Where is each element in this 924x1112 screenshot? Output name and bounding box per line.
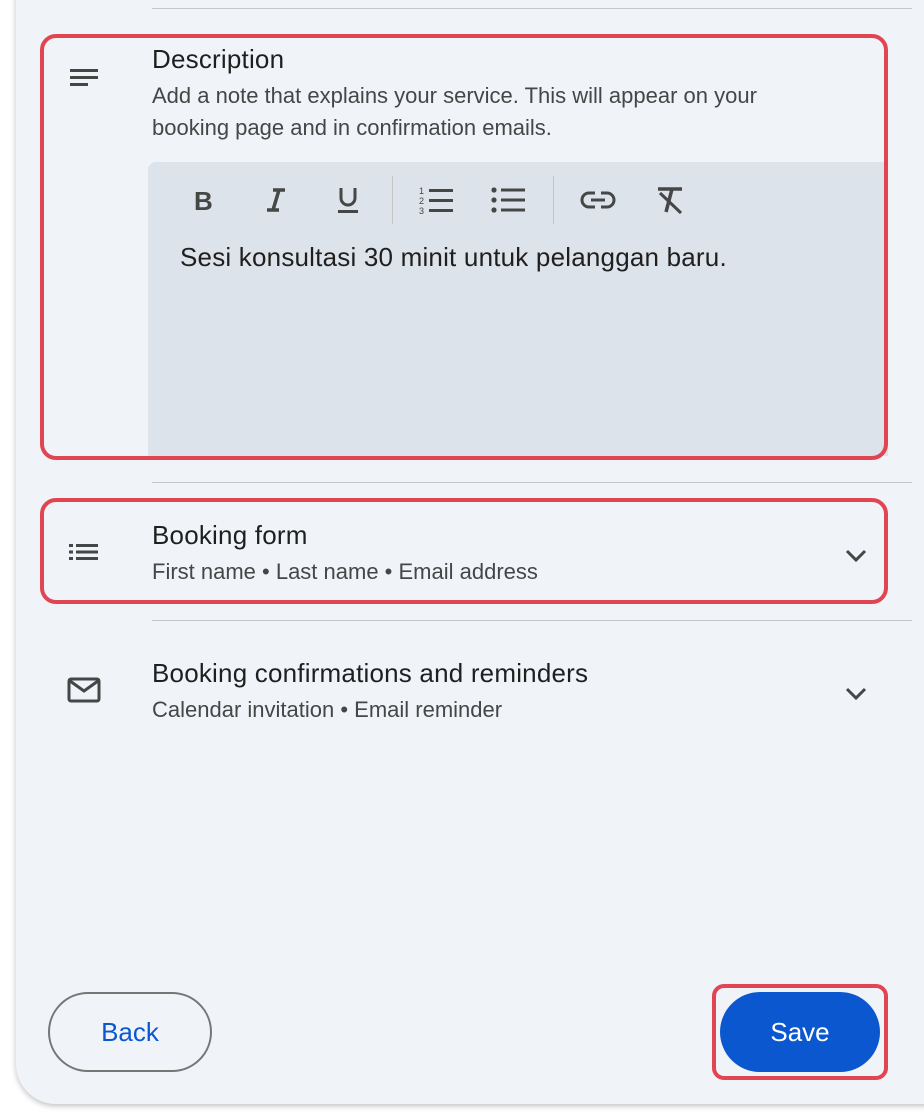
booking-form-title[interactable]: Booking form (152, 520, 308, 551)
description-help-line-1: Add a note that explains your service. T… (152, 83, 757, 108)
description-help-line-2: booking page and in confirmation emails. (152, 115, 552, 140)
italic-button[interactable] (250, 174, 302, 226)
editor-toolbar: B 1 2 3 (178, 174, 716, 226)
svg-text:B: B (194, 187, 213, 213)
underline-icon (338, 188, 358, 213)
list-icon (64, 532, 104, 572)
confirmations-title[interactable]: Booking confirmations and reminders (152, 658, 588, 689)
svg-text:2: 2 (419, 196, 424, 206)
bulleted-list-icon (491, 187, 525, 213)
description-editor[interactable]: B 1 2 3 Sesi konsultasi 30 minit untuk p… (148, 162, 888, 456)
bulleted-list-button[interactable] (483, 174, 535, 226)
section-divider (152, 620, 912, 621)
clear-formatting-button[interactable] (644, 174, 696, 226)
description-text[interactable]: Sesi konsultasi 30 minit untuk pelanggan… (180, 242, 727, 273)
italic-icon (267, 188, 285, 212)
notes-icon (64, 58, 104, 98)
description-title: Description (152, 44, 285, 74)
link-button[interactable] (572, 174, 624, 226)
mail-icon (64, 670, 104, 710)
section-divider (152, 482, 912, 483)
confirmations-subtitle: Calendar invitation • Email reminder (152, 697, 503, 722)
toolbar-separator (553, 176, 554, 224)
clear-formatting-icon (658, 187, 683, 215)
link-icon (580, 191, 616, 209)
booking-form-subtitle: First name • Last name • Email address (152, 559, 538, 584)
svg-text:3: 3 (419, 206, 424, 215)
numbered-list-button[interactable]: 1 2 3 (411, 174, 463, 226)
bold-button[interactable]: B (178, 174, 230, 226)
numbered-list-icon: 1 2 3 (419, 186, 453, 215)
back-button[interactable]: Back (48, 992, 212, 1072)
bold-icon: B (194, 187, 213, 213)
booking-form-chevron-down-icon[interactable] (838, 538, 874, 574)
underline-button[interactable] (322, 174, 374, 226)
top-divider (152, 8, 912, 9)
confirmations-chevron-down-icon[interactable] (838, 676, 874, 712)
save-button[interactable]: Save (720, 992, 880, 1072)
svg-text:1: 1 (419, 186, 424, 196)
toolbar-separator (392, 176, 393, 224)
